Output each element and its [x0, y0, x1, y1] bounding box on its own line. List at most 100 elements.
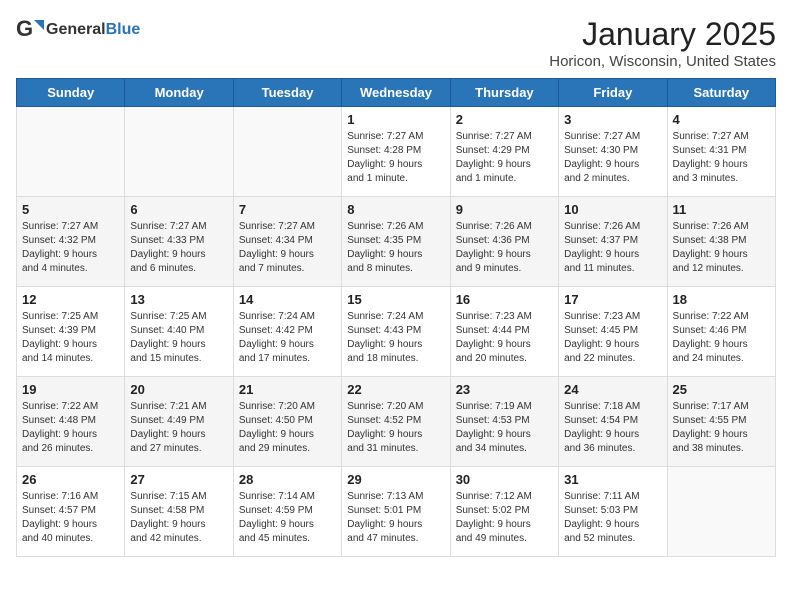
- calendar-subtitle: Horicon, Wisconsin, United States: [549, 53, 776, 70]
- title-block: January 2025 Horicon, Wisconsin, United …: [549, 16, 776, 70]
- day-number: 8: [347, 202, 444, 217]
- day-number: 9: [456, 202, 553, 217]
- weekday-header: Tuesday: [233, 79, 341, 107]
- day-info: Sunrise: 7:17 AM Sunset: 4:55 PM Dayligh…: [673, 400, 770, 456]
- day-number: 16: [456, 292, 553, 307]
- calendar-week-row: 26 Sunrise: 7:16 AM Sunset: 4:57 PM Dayli…: [17, 467, 776, 557]
- calendar-cell: 8 Sunrise: 7:26 AM Sunset: 4:35 PM Daylig…: [342, 197, 450, 287]
- calendar-header: SundayMondayTuesdayWednesdayThursdayFrid…: [17, 79, 776, 107]
- calendar-cell: 12 Sunrise: 7:25 AM Sunset: 4:39 PM Dayli…: [17, 287, 125, 377]
- calendar-cell: 26 Sunrise: 7:16 AM Sunset: 4:57 PM Dayli…: [17, 467, 125, 557]
- day-info: Sunrise: 7:27 AM Sunset: 4:29 PM Dayligh…: [456, 130, 553, 186]
- calendar-cell: 11Sunrise: 7:26 AM Sunset: 4:38 PM Dayli…: [667, 197, 775, 287]
- calendar-cell: 18 Sunrise: 7:22 AM Sunset: 4:46 PM Dayli…: [667, 287, 775, 377]
- calendar-week-row: 12 Sunrise: 7:25 AM Sunset: 4:39 PM Dayli…: [17, 287, 776, 377]
- day-info: Sunrise: 7:19 AM Sunset: 4:53 PM Dayligh…: [456, 400, 553, 456]
- day-info: Sunrise: 7:20 AM Sunset: 4:52 PM Dayligh…: [347, 400, 444, 456]
- day-number: 23: [456, 382, 553, 397]
- calendar-cell: 2 Sunrise: 7:27 AM Sunset: 4:29 PM Daylig…: [450, 107, 558, 197]
- day-number: 19: [22, 382, 119, 397]
- calendar-cell: [667, 467, 775, 557]
- calendar-cell: 16Sunrise: 7:23 AM Sunset: 4:44 PM Dayli…: [450, 287, 558, 377]
- calendar-cell: 10Sunrise: 7:26 AM Sunset: 4:37 PM Dayli…: [559, 197, 667, 287]
- calendar-cell: 15Sunrise: 7:24 AM Sunset: 4:43 PM Dayli…: [342, 287, 450, 377]
- calendar-cell: 25 Sunrise: 7:17 AM Sunset: 4:55 PM Dayli…: [667, 377, 775, 467]
- calendar-cell: 14Sunrise: 7:24 AM Sunset: 4:42 PM Dayli…: [233, 287, 341, 377]
- calendar-cell: 3 Sunrise: 7:27 AM Sunset: 4:30 PM Daylig…: [559, 107, 667, 197]
- day-number: 11: [673, 202, 770, 217]
- day-number: 6: [130, 202, 227, 217]
- day-info: Sunrise: 7:26 AM Sunset: 4:37 PM Dayligh…: [564, 220, 661, 276]
- calendar-cell: 13 Sunrise: 7:25 AM Sunset: 4:40 PM Dayli…: [125, 287, 233, 377]
- day-info: Sunrise: 7:27 AM Sunset: 4:32 PM Dayligh…: [22, 220, 119, 276]
- weekday-row: SundayMondayTuesdayWednesdayThursdayFrid…: [17, 79, 776, 107]
- day-info: Sunrise: 7:13 AM Sunset: 5:01 PM Dayligh…: [347, 490, 444, 546]
- day-info: Sunrise: 7:22 AM Sunset: 4:48 PM Dayligh…: [22, 400, 119, 456]
- calendar-cell: 17 Sunrise: 7:23 AM Sunset: 4:45 PM Dayli…: [559, 287, 667, 377]
- calendar-cell: 20Sunrise: 7:21 AM Sunset: 4:49 PM Dayli…: [125, 377, 233, 467]
- day-number: 2: [456, 112, 553, 127]
- day-number: 5: [22, 202, 119, 217]
- day-number: 7: [239, 202, 336, 217]
- page-header: G GeneralBlue January 2025 Horicon, Wisc…: [16, 16, 776, 70]
- logo-blue: Blue: [106, 21, 141, 38]
- calendar-cell: [233, 107, 341, 197]
- day-info: Sunrise: 7:22 AM Sunset: 4:46 PM Dayligh…: [673, 310, 770, 366]
- day-number: 17: [564, 292, 661, 307]
- day-number: 18: [673, 292, 770, 307]
- day-number: 26: [22, 472, 119, 487]
- day-info: Sunrise: 7:14 AM Sunset: 4:59 PM Dayligh…: [239, 490, 336, 546]
- day-number: 20: [130, 382, 227, 397]
- day-number: 29: [347, 472, 444, 487]
- day-number: 25: [673, 382, 770, 397]
- day-number: 27: [130, 472, 227, 487]
- svg-text:G: G: [16, 16, 33, 41]
- day-number: 12: [22, 292, 119, 307]
- weekday-header: Saturday: [667, 79, 775, 107]
- day-info: Sunrise: 7:12 AM Sunset: 5:02 PM Dayligh…: [456, 490, 553, 546]
- day-info: Sunrise: 7:20 AM Sunset: 4:50 PM Dayligh…: [239, 400, 336, 456]
- day-number: 24: [564, 382, 661, 397]
- logo-icon: G: [16, 16, 44, 44]
- day-info: Sunrise: 7:18 AM Sunset: 4:54 PM Dayligh…: [564, 400, 661, 456]
- calendar-week-row: 5 Sunrise: 7:27 AM Sunset: 4:32 PM Daylig…: [17, 197, 776, 287]
- day-info: Sunrise: 7:27 AM Sunset: 4:33 PM Dayligh…: [130, 220, 227, 276]
- day-number: 3: [564, 112, 661, 127]
- calendar-cell: 21Sunrise: 7:20 AM Sunset: 4:50 PM Dayli…: [233, 377, 341, 467]
- day-info: Sunrise: 7:25 AM Sunset: 4:39 PM Dayligh…: [22, 310, 119, 366]
- calendar-cell: 30Sunrise: 7:12 AM Sunset: 5:02 PM Dayli…: [450, 467, 558, 557]
- calendar-cell: [125, 107, 233, 197]
- day-number: 31: [564, 472, 661, 487]
- day-info: Sunrise: 7:25 AM Sunset: 4:40 PM Dayligh…: [130, 310, 227, 366]
- day-number: 1: [347, 112, 444, 127]
- day-number: 13: [130, 292, 227, 307]
- calendar-cell: 4 Sunrise: 7:27 AM Sunset: 4:31 PM Daylig…: [667, 107, 775, 197]
- calendar-cell: 9Sunrise: 7:26 AM Sunset: 4:36 PM Daylig…: [450, 197, 558, 287]
- calendar-cell: 19 Sunrise: 7:22 AM Sunset: 4:48 PM Dayli…: [17, 377, 125, 467]
- day-info: Sunrise: 7:27 AM Sunset: 4:31 PM Dayligh…: [673, 130, 770, 186]
- day-number: 28: [239, 472, 336, 487]
- weekday-header: Monday: [125, 79, 233, 107]
- day-info: Sunrise: 7:23 AM Sunset: 4:45 PM Dayligh…: [564, 310, 661, 366]
- logo: G GeneralBlue: [16, 16, 140, 44]
- calendar-cell: 5 Sunrise: 7:27 AM Sunset: 4:32 PM Daylig…: [17, 197, 125, 287]
- calendar-cell: 24 Sunrise: 7:18 AM Sunset: 4:54 PM Dayli…: [559, 377, 667, 467]
- day-info: Sunrise: 7:11 AM Sunset: 5:03 PM Dayligh…: [564, 490, 661, 546]
- weekday-header: Thursday: [450, 79, 558, 107]
- day-info: Sunrise: 7:24 AM Sunset: 4:42 PM Dayligh…: [239, 310, 336, 366]
- calendar-cell: 23 Sunrise: 7:19 AM Sunset: 4:53 PM Dayli…: [450, 377, 558, 467]
- calendar-cell: 29 Sunrise: 7:13 AM Sunset: 5:01 PM Dayli…: [342, 467, 450, 557]
- calendar-cell: 27Sunrise: 7:15 AM Sunset: 4:58 PM Dayli…: [125, 467, 233, 557]
- day-number: 15: [347, 292, 444, 307]
- day-info: Sunrise: 7:16 AM Sunset: 4:57 PM Dayligh…: [22, 490, 119, 546]
- day-info: Sunrise: 7:27 AM Sunset: 4:28 PM Dayligh…: [347, 130, 444, 186]
- logo-general: General: [46, 21, 106, 38]
- weekday-header: Wednesday: [342, 79, 450, 107]
- day-info: Sunrise: 7:27 AM Sunset: 4:34 PM Dayligh…: [239, 220, 336, 276]
- day-info: Sunrise: 7:26 AM Sunset: 4:35 PM Dayligh…: [347, 220, 444, 276]
- calendar-table: SundayMondayTuesdayWednesdayThursdayFrid…: [16, 78, 776, 557]
- calendar-week-row: 19 Sunrise: 7:22 AM Sunset: 4:48 PM Dayli…: [17, 377, 776, 467]
- day-info: Sunrise: 7:27 AM Sunset: 4:30 PM Dayligh…: [564, 130, 661, 186]
- day-number: 22: [347, 382, 444, 397]
- day-number: 4: [673, 112, 770, 127]
